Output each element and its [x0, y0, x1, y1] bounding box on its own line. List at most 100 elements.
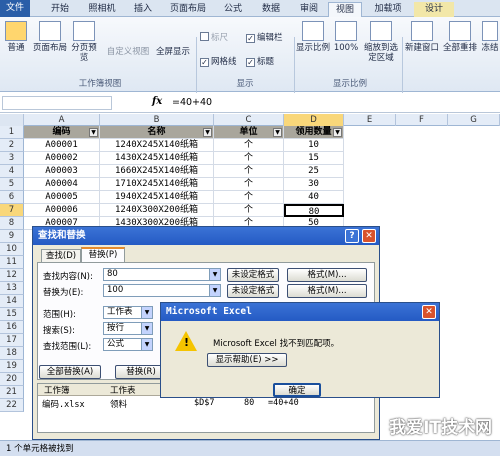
page-layout-view-button[interactable]: 页面布局 — [32, 21, 68, 53]
row-header[interactable]: 7 — [0, 204, 24, 217]
cell[interactable]: 个 — [214, 178, 284, 191]
cell[interactable]: A00003 — [24, 165, 100, 178]
formula-bar-checkbox[interactable]: ✓ 编辑栏 — [246, 31, 283, 43]
results-col-sheet[interactable]: 工作表 — [110, 384, 136, 396]
tab-camera[interactable]: 照相机 — [84, 2, 120, 17]
replace-format-button[interactable]: 格式(M)... — [287, 284, 367, 298]
close-icon[interactable]: ✕ — [422, 305, 436, 319]
row-header[interactable]: 4 — [0, 165, 24, 178]
cell[interactable]: 15 — [284, 152, 344, 165]
ok-button[interactable]: 确定 — [273, 383, 321, 397]
gridlines-checkbox[interactable]: ✓ 网格线 — [200, 55, 237, 67]
tab-formulas[interactable]: 公式 — [218, 2, 248, 17]
header-cell-quantity[interactable]: 领用数量 ▼ — [284, 126, 344, 139]
find-input[interactable]: 80 ▼ — [103, 268, 221, 281]
result-row[interactable]: 编码.xlsx 领料 $D$7 80 =40+40 — [38, 398, 374, 410]
column-header[interactable]: F — [396, 114, 448, 126]
row-header[interactable]: 3 — [0, 152, 24, 165]
filter-dropdown-icon[interactable]: ▼ — [333, 128, 342, 137]
row-header[interactable]: 8 — [0, 217, 24, 230]
tab-view[interactable]: 视图 — [328, 2, 362, 17]
chevron-down-icon[interactable]: ▼ — [209, 269, 220, 280]
cell[interactable]: 个 — [214, 139, 284, 152]
cell[interactable]: A00001 — [24, 139, 100, 152]
cell[interactable]: A00004 — [24, 178, 100, 191]
cell[interactable]: 1660X245X140纸箱 — [100, 165, 214, 178]
formula-input[interactable]: =40+40 — [172, 95, 212, 110]
row-header[interactable]: 10 — [0, 243, 24, 256]
row-header[interactable]: 13 — [0, 282, 24, 295]
page-break-preview-button[interactable]: 分页预览 — [70, 21, 98, 63]
row-header[interactable]: 2 — [0, 139, 24, 152]
tab-design[interactable]: 设计 — [414, 2, 454, 17]
active-cell[interactable]: 80 — [284, 204, 344, 217]
find-format-button[interactable]: 格式(M)... — [287, 268, 367, 282]
cell[interactable]: A00006 — [24, 204, 100, 217]
arrange-all-button[interactable]: 全部重排 — [442, 21, 478, 53]
tab-file[interactable]: 文件 — [0, 0, 30, 17]
cell[interactable]: 1240X300X200纸箱 — [100, 204, 214, 217]
header-cell-name[interactable]: 名称 ▼ — [100, 126, 214, 139]
tab-addins[interactable]: 加载项 — [368, 2, 408, 17]
column-header[interactable]: D — [284, 114, 344, 126]
search-select[interactable]: 按行 ▼ — [103, 322, 153, 335]
row-header[interactable]: 21 — [0, 386, 24, 399]
cell[interactable]: A00002 — [24, 152, 100, 165]
cell[interactable]: 25 — [284, 165, 344, 178]
filter-dropdown-icon[interactable]: ▼ — [273, 128, 282, 137]
within-select[interactable]: 工作表 ▼ — [103, 306, 153, 319]
column-header[interactable]: G — [448, 114, 500, 126]
tab-review[interactable]: 审阅 — [294, 2, 324, 17]
row-header[interactable]: 19 — [0, 360, 24, 373]
row-header[interactable]: 9 — [0, 230, 24, 243]
replace-input[interactable]: 100 ▼ — [103, 284, 221, 297]
cell[interactable]: 1710X245X140纸箱 — [100, 178, 214, 191]
tab-home[interactable]: 开始 — [42, 2, 78, 17]
replace-all-button[interactable]: 全部替换(A) — [39, 365, 101, 379]
row-header[interactable]: 1 — [0, 126, 24, 139]
cell[interactable]: 10 — [284, 139, 344, 152]
row-header[interactable]: 5 — [0, 178, 24, 191]
freeze-panes-button[interactable]: 冻结 — [480, 21, 500, 53]
row-header[interactable]: 18 — [0, 347, 24, 360]
cell[interactable]: 1240X245X140纸箱 — [100, 139, 214, 152]
tab-replace[interactable]: 替换(P) — [81, 247, 125, 262]
row-header[interactable]: 12 — [0, 269, 24, 282]
cell[interactable]: 40 — [284, 191, 344, 204]
chevron-down-icon[interactable]: ▼ — [141, 323, 152, 334]
results-col-workbook[interactable]: 工作簿 — [44, 384, 70, 396]
column-header[interactable]: C — [214, 114, 284, 126]
zoom-100-button[interactable]: 100% — [332, 21, 360, 53]
header-cell-unit[interactable]: 单位 ▼ — [214, 126, 284, 139]
zoom-button[interactable]: 显示比例 — [296, 21, 330, 53]
column-header[interactable]: A — [24, 114, 100, 126]
cell[interactable]: 个 — [214, 165, 284, 178]
custom-views-button[interactable]: 自定义视图 — [104, 47, 152, 57]
row-header[interactable]: 6 — [0, 191, 24, 204]
close-icon[interactable]: ✕ — [362, 229, 376, 243]
row-header[interactable]: 11 — [0, 256, 24, 269]
chevron-down-icon[interactable]: ▼ — [141, 307, 152, 318]
cell[interactable]: 1430X245X140纸箱 — [100, 152, 214, 165]
row-header[interactable]: 17 — [0, 334, 24, 347]
help-icon[interactable]: ? — [345, 229, 359, 243]
select-all-corner[interactable] — [0, 114, 24, 126]
tab-page-layout[interactable]: 页面布局 — [166, 2, 210, 17]
row-header[interactable]: 20 — [0, 373, 24, 386]
headings-checkbox[interactable]: ✓ 标题 — [246, 55, 274, 67]
cell[interactable]: 1940X245X140纸箱 — [100, 191, 214, 204]
tab-data[interactable]: 数据 — [256, 2, 286, 17]
chevron-down-icon[interactable]: ▼ — [141, 339, 152, 350]
cell[interactable]: 个 — [214, 204, 284, 217]
name-box[interactable] — [2, 96, 112, 110]
cell[interactable]: 个 — [214, 191, 284, 204]
fx-icon[interactable]: fx — [152, 96, 162, 107]
zoom-to-selection-button[interactable]: 缩放到选定区域 — [362, 21, 400, 63]
cell[interactable]: A00005 — [24, 191, 100, 204]
column-header[interactable]: E — [344, 114, 396, 126]
show-help-button[interactable]: 显示帮助(E) >> — [207, 353, 287, 367]
normal-view-button[interactable]: 普通 — [2, 21, 30, 53]
row-header[interactable]: 14 — [0, 295, 24, 308]
row-header[interactable]: 15 — [0, 308, 24, 321]
cell[interactable]: 个 — [214, 152, 284, 165]
